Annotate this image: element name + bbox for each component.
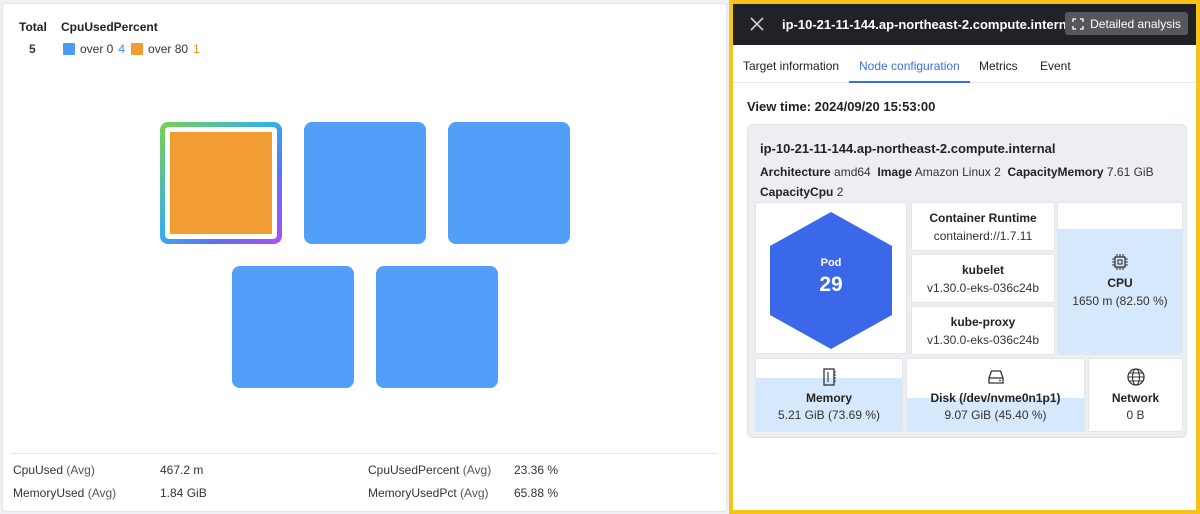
view-time: View time: 2024/09/20 15:53:00 (747, 99, 936, 114)
node-tile[interactable] (448, 122, 570, 244)
kubelet-label: kubelet (961, 263, 1004, 277)
tab-event[interactable]: Event (1040, 45, 1071, 83)
disk-box: Disk (/dev/nvme0n1p1) 9.07 GiB (45.40 %) (906, 358, 1085, 432)
pod-count: 29 (819, 273, 843, 296)
legend-item-label: over 80 (148, 42, 189, 56)
stat-label-sub: (Avg) (87, 486, 117, 500)
node-tile-selected[interactable] (160, 122, 282, 244)
stats-divider (11, 453, 718, 454)
stat-memory-used-pct-label: MemoryUsedPct (Avg) (368, 486, 488, 500)
prop-key: CapacityCpu (760, 185, 834, 199)
memory-label: Memory (805, 391, 852, 405)
kube-proxy-box: kube-proxy v1.30.0-eks-036c24b (911, 306, 1055, 355)
stat-cpu-used-value: 467.2 m (160, 463, 204, 477)
stat-cpu-used-percent-label: CpuUsedPercent (Avg) (368, 463, 491, 477)
cpu-value: 1650 m (82.50 %) (1072, 294, 1168, 308)
stat-memory-used-value: 1.84 GiB (160, 486, 207, 500)
container-runtime-label: Container Runtime (929, 211, 1037, 225)
kubelet-box: kubelet v1.30.0-eks-036c24b (911, 254, 1055, 303)
pod-label: Pod (820, 257, 842, 269)
stat-memory-used-label: MemoryUsed (Avg) (13, 486, 116, 500)
legend-item-over-0[interactable]: over 0 4 (63, 42, 125, 56)
legend-metric-label: CpuUsedPercent (61, 20, 158, 34)
prop-value: 7.61 GiB (1106, 165, 1154, 179)
stat-label-sub: (Avg) (460, 486, 489, 500)
prop-key: Image (877, 165, 913, 179)
panel-header: ip-10-21-11-144.ap-northeast-2.compute.i… (733, 4, 1196, 45)
legend-item-count: 4 (118, 42, 126, 56)
network-value: 0 B (1126, 408, 1145, 422)
legend-item-count: 1 (193, 42, 200, 56)
legend-total-value: 5 (29, 42, 36, 56)
cpu-usage-fill (1058, 229, 1182, 354)
expand-icon (1072, 17, 1084, 30)
node-detail-panel: ip-10-21-11-144.ap-northeast-2.compute.i… (729, 0, 1200, 514)
node-tile[interactable] (376, 266, 498, 388)
container-runtime-box: Container Runtime containerd://1.7.11 (911, 202, 1055, 251)
stat-cpu-used-label: CpuUsed (Avg) (13, 463, 95, 477)
prop-key: CapacityMemory (1007, 165, 1104, 179)
stat-label-sub: (Avg) (66, 463, 95, 477)
panel-title: ip-10-21-11-144.ap-northeast-2.compute.i… (782, 17, 1078, 32)
stat-label: MemoryUsedPct (368, 486, 457, 500)
memory-icon (823, 368, 836, 386)
disk-label: Disk (/dev/nvme0n1p1) (930, 391, 1061, 405)
detailed-analysis-label: Detailed analysis (1090, 16, 1181, 31)
cpu-chip-icon (1112, 254, 1128, 270)
memory-value: 5.21 GiB (73.69 %) (777, 408, 881, 422)
node-tile[interactable] (232, 266, 354, 388)
stat-label: CpuUsedPercent (368, 463, 460, 477)
detailed-analysis-button[interactable]: Detailed analysis (1065, 12, 1188, 35)
cpu-label: CPU (1107, 276, 1133, 290)
node-card: ip-10-21-11-144.ap-northeast-2.compute.i… (747, 124, 1187, 438)
network-box: Network 0 B (1088, 358, 1183, 432)
node-map-panel: Total CpuUsedPercent 5 over 0 4 over 80 … (2, 3, 727, 512)
close-icon[interactable] (747, 14, 767, 34)
tab-node-configuration[interactable]: Node configuration (849, 45, 970, 83)
pod-box: Pod 29 (755, 202, 907, 354)
prop-value: 2 (836, 185, 844, 199)
kubelet-value: v1.30.0-eks-036c24b (926, 281, 1040, 295)
disk-value: 9.07 GiB (45.40 %) (944, 408, 1047, 422)
stat-label: MemoryUsed (13, 486, 85, 500)
cpu-box: CPU 1650 m (82.50 %) (1057, 202, 1183, 355)
stat-cpu-used-percent-value: 23.36 % (514, 463, 559, 477)
node-properties: Architecture amd64 Image Amazon Linux 2 … (760, 162, 1180, 202)
tab-target-information[interactable]: Target information (743, 45, 839, 83)
network-label: Network (1111, 391, 1160, 405)
container-runtime-value: containerd://1.7.11 (933, 229, 1033, 243)
stat-memory-used-pct-value: 65.88 % (514, 486, 559, 500)
prop-value: Amazon Linux 2 (914, 165, 1001, 179)
prop-key: Architecture (760, 165, 831, 179)
prop-value: amd64 (834, 165, 871, 179)
globe-icon (1126, 368, 1145, 386)
kube-proxy-value: v1.30.0-eks-036c24b (926, 333, 1040, 347)
legend-item-label: over 0 (80, 42, 114, 56)
disk-drive-icon (987, 370, 1004, 384)
kube-proxy-label: kube-proxy (950, 315, 1016, 329)
legend-swatch-blue (63, 43, 75, 55)
stat-label: CpuUsed (13, 463, 64, 477)
node-name: ip-10-21-11-144.ap-northeast-2.compute.i… (760, 141, 1056, 156)
legend-item-over-80[interactable]: over 80 1 (131, 42, 200, 56)
legend-swatch-orange (131, 43, 144, 55)
stat-label-sub: (Avg) (462, 463, 492, 477)
tab-metrics[interactable]: Metrics (979, 45, 1018, 83)
legend-total-label: Total (19, 20, 47, 34)
memory-box: Memory 5.21 GiB (73.69 %) (755, 358, 903, 432)
tab-bar: Target information Node configuration Me… (733, 45, 1196, 83)
node-tile[interactable] (304, 122, 426, 244)
